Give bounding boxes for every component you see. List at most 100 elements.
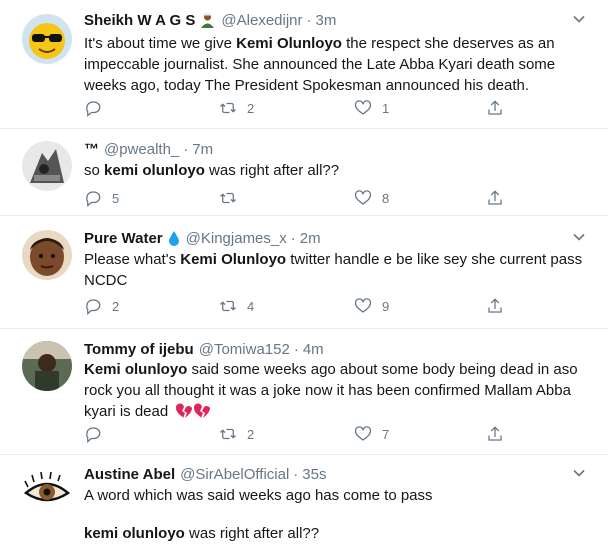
highlighted-term: kemi olunloyo [104, 162, 205, 179]
avatar[interactable] [22, 141, 72, 191]
like-button[interactable]: 7 [354, 423, 389, 445]
separator-dot: · [293, 340, 299, 358]
tweet-header: Pure Water @Kingjames_x · 2m [84, 227, 321, 249]
tweet-text-part: It's about time we give [84, 35, 237, 52]
broken-heart-emoji-icon [175, 402, 211, 425]
share-button[interactable] [486, 423, 504, 445]
share-button[interactable] [486, 187, 504, 209]
tweet[interactable]: Tommy of ijebu @Tomiwa152 · 4m Kemi olun… [0, 329, 608, 455]
display-name[interactable]: Tommy of ijebu [84, 341, 194, 358]
retweet-count: 4 [247, 298, 255, 314]
tweet-actions: 5 8 [84, 187, 514, 209]
share-icon [488, 426, 502, 441]
chevron-down-icon[interactable] [572, 230, 586, 244]
reply-icon [86, 299, 101, 315]
tweet-text-part: so [84, 162, 105, 179]
highlighted-term: Kemi Olunloyo [236, 35, 342, 52]
heart-icon [354, 426, 372, 441]
user-handle[interactable]: @SirAbelOfficial [180, 466, 289, 483]
retweet-icon [220, 102, 236, 114]
highlighted-term: kemi olunloyo [84, 525, 185, 542]
reply-icon [86, 101, 101, 117]
retweet-count: 2 [247, 426, 255, 442]
tweet-text-part: Please what's [84, 251, 181, 268]
droplet-emoji-icon [167, 230, 181, 247]
share-icon [488, 190, 502, 205]
highlighted-term: Kemi olunloyo [84, 361, 188, 378]
tweet-text: Kemi olunloyo said some weeks ago about … [84, 359, 584, 425]
timestamp[interactable]: 3m [316, 12, 337, 29]
tweet-actions: 2 1 [84, 97, 514, 119]
like-button[interactable]: 9 [354, 295, 389, 317]
chevron-down-icon[interactable] [572, 12, 586, 26]
user-handle[interactable]: @Tomiwa152 [199, 341, 290, 358]
tweet-header: Sheikh W A G S @Alexedijnr · 3m [84, 9, 336, 31]
tweet-text: A word which was said weeks ago has come… [84, 485, 584, 544]
separator-dot: · [290, 229, 296, 247]
chevron-down-icon[interactable] [572, 466, 586, 480]
separator-dot: · [293, 465, 299, 483]
reply-button[interactable] [84, 423, 112, 445]
timestamp[interactable]: 4m [303, 341, 324, 358]
display-name[interactable]: ™ [84, 141, 99, 158]
tweet-text-line: kemi olunloyo was right after all?? [84, 523, 584, 544]
avatar[interactable] [22, 14, 72, 64]
retweet-count: 2 [247, 100, 255, 116]
tweet[interactable]: ™ @pwealth_ · 7m so kemi olunloyo was ri… [0, 129, 608, 216]
avatar[interactable] [22, 341, 72, 391]
separator-dot: · [306, 11, 312, 29]
like-count: 9 [382, 298, 390, 314]
tweet-feed: Sheikh W A G S @Alexedijnr · 3m It's abo… [0, 0, 608, 555]
timestamp[interactable]: 2m [300, 230, 321, 247]
person-emoji-icon [199, 12, 216, 29]
like-button[interactable]: 8 [354, 187, 389, 209]
retweet-button[interactable] [219, 187, 247, 209]
like-count: 1 [382, 100, 390, 116]
heart-icon [354, 190, 372, 205]
separator-dot: · [183, 140, 189, 158]
tweet-text: Please what's Kemi Olunloyo twitter hand… [84, 249, 584, 291]
tweet-text-part: was right after all?? [204, 162, 340, 179]
tweet-header: Austine Abel @SirAbelOfficial · 35s [84, 463, 326, 485]
share-button[interactable] [486, 97, 504, 119]
reply-button[interactable]: 2 [84, 295, 119, 317]
avatar[interactable] [22, 467, 72, 517]
retweet-icon [220, 428, 236, 440]
tweet[interactable]: Sheikh W A G S @Alexedijnr · 3m It's abo… [0, 0, 608, 129]
tweet-text-part: was right after all?? [184, 525, 320, 542]
user-handle[interactable]: @Kingjames_x [186, 230, 287, 247]
display-name[interactable]: Sheikh W A G S [84, 12, 195, 29]
timestamp[interactable]: 35s [302, 466, 326, 483]
heart-icon [354, 100, 372, 115]
tweet-text: It's about time we give Kemi Olunloyo th… [84, 33, 584, 96]
user-handle[interactable]: @pwealth_ [104, 141, 179, 158]
reply-button[interactable] [84, 97, 112, 119]
tweet-header: Tommy of ijebu @Tomiwa152 · 4m [84, 338, 324, 360]
tweet-actions: 2 7 [84, 423, 514, 445]
retweet-button[interactable]: 4 [219, 295, 254, 317]
tweet-header: ™ @pwealth_ · 7m [84, 138, 213, 160]
display-name[interactable]: Pure Water [84, 230, 163, 247]
heart-icon [354, 298, 372, 313]
retweet-icon [220, 192, 236, 204]
tweet[interactable]: Pure Water @Kingjames_x · 2m Please what… [0, 216, 608, 329]
timestamp[interactable]: 7m [192, 141, 213, 158]
retweet-icon [220, 300, 236, 312]
user-handle[interactable]: @Alexedijnr [221, 12, 302, 29]
retweet-button[interactable]: 2 [219, 97, 254, 119]
highlighted-term: Kemi Olunloyo [180, 251, 287, 268]
tweet[interactable]: Austine Abel @SirAbelOfficial · 35s A wo… [0, 455, 608, 555]
share-button[interactable] [486, 295, 504, 317]
tweet-text-line: A word which was said weeks ago has come… [84, 487, 433, 504]
retweet-button[interactable]: 2 [219, 423, 254, 445]
display-name[interactable]: Austine Abel [84, 466, 175, 483]
reply-icon [86, 191, 101, 207]
avatar[interactable] [22, 230, 72, 280]
reply-count: 2 [112, 298, 120, 314]
like-count: 8 [382, 190, 390, 206]
tweet-actions: 2 4 9 [84, 295, 514, 317]
share-icon [488, 298, 502, 313]
reply-button[interactable]: 5 [84, 187, 119, 209]
reply-icon [86, 427, 101, 443]
like-button[interactable]: 1 [354, 97, 389, 119]
